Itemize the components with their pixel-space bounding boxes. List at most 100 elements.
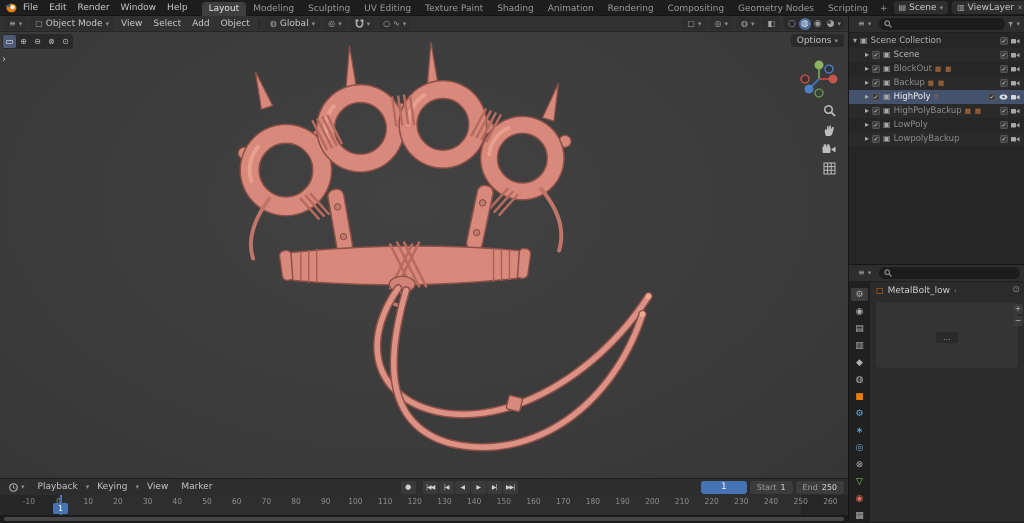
outliner-editor-type-button[interactable]: ≡ ▾ [853, 17, 877, 31]
props-tab-viewlayer[interactable]: ▥ [851, 339, 868, 352]
select-mode-extend-button[interactable]: ⊕ [17, 35, 30, 48]
toolbar-expand-arrow[interactable]: › [2, 54, 6, 65]
select-mode-invert-button[interactable]: ⊗ [45, 35, 58, 48]
add-preset-button[interactable]: + [1013, 304, 1023, 314]
chevron-right-icon[interactable]: ▸ [865, 135, 869, 143]
exclude-checkbox[interactable]: ✓ [1000, 107, 1008, 115]
overlays-toggle[interactable]: ◍ ▾ [735, 17, 760, 30]
properties-search[interactable] [879, 267, 1020, 279]
playhead-frame-chip[interactable]: 1 [53, 503, 68, 514]
exclude-checkbox[interactable]: ✓ [1000, 65, 1008, 73]
outliner-row-highpolybackup[interactable]: ▸ ✓ ▣ HighPolyBackup ▦ ▦ ✓ [849, 104, 1024, 118]
tab-modeling[interactable]: Modeling [246, 2, 301, 16]
outliner-row-highpoly[interactable]: ▸ ✓ ▣ HighPoly ▽ ✓ [849, 90, 1024, 104]
tool-value-field[interactable]: … [936, 332, 958, 343]
visibility-dropdown[interactable]: ▢ ▾ [682, 17, 707, 30]
chevron-right-icon[interactable]: ▸ [865, 93, 869, 101]
chevron-right-icon[interactable]: ▸ [865, 107, 869, 115]
current-frame-field[interactable]: 1 [700, 480, 747, 494]
props-tab-output[interactable]: ▤ [851, 322, 868, 335]
props-tab-scene[interactable]: ◆ [851, 356, 868, 369]
tab-layout[interactable]: Layout [201, 1, 247, 16]
outliner-row-scene[interactable]: ▸ ✓ ▣ Scene ✓ [849, 48, 1024, 62]
properties-search-input[interactable] [895, 267, 1015, 279]
tab-animation[interactable]: Animation [541, 2, 601, 16]
proportional-editing-toggle[interactable]: ○ ∿ ▾ [378, 17, 412, 30]
properties-editor-type-button[interactable]: ≡ ▾ [853, 266, 877, 280]
scene-selector[interactable]: ▤ Scene ▾ [893, 1, 949, 14]
shading-solid-button[interactable]: ◍ [798, 17, 811, 30]
shading-rendered-button[interactable]: ◕ [825, 18, 837, 30]
tab-compositing[interactable]: Compositing [661, 2, 731, 16]
snap-toggle[interactable]: ▾ [349, 17, 376, 30]
menu-keying[interactable]: Keying [92, 481, 132, 493]
render-visibility-camera-icon[interactable] [1011, 93, 1020, 101]
props-tab-render[interactable]: ◉ [851, 305, 868, 318]
collection-checkbox[interactable]: ✓ [872, 51, 881, 59]
outliner-row-lowpoly[interactable]: ▸ ✓ ▣ LowPoly ✓ [849, 118, 1024, 132]
tab-sculpting[interactable]: Sculpting [301, 2, 357, 16]
gizmos-toggle[interactable]: ◎ ▾ [709, 17, 733, 30]
filter-funnel-icon[interactable] [1008, 20, 1014, 29]
menu-edit[interactable]: Edit [44, 2, 71, 14]
props-tab-object-data[interactable]: ▽ [851, 475, 868, 488]
model-brass-knuckles[interactable] [0, 32, 848, 478]
transform-orientation-selector[interactable]: ◍ Global ▾ [264, 17, 321, 30]
navigation-gizmo[interactable] [798, 58, 840, 100]
props-tab-modifiers[interactable]: ⚙ [851, 407, 868, 420]
collection-checkbox[interactable]: ✓ [872, 93, 881, 101]
timeline-editor-type-button[interactable]: ▾ [4, 480, 30, 494]
zoom-icon[interactable] [823, 104, 836, 117]
remove-preset-button[interactable]: − [1013, 316, 1023, 326]
props-tab-particles[interactable]: ∗ [851, 424, 868, 437]
tab-scripting[interactable]: Scripting [821, 2, 875, 16]
options-dropdown[interactable]: Options ▾ [790, 34, 844, 47]
start-frame-field[interactable]: Start 1 [749, 480, 793, 494]
shading-wireframe-button[interactable]: ○ [786, 18, 798, 30]
grid-toggle-icon[interactable] [823, 162, 836, 175]
close-icon[interactable]: ✕ [1017, 4, 1023, 12]
select-mode-intersect-button[interactable]: ⊙ [59, 35, 72, 48]
chevron-right-icon[interactable]: ▸ [865, 79, 869, 87]
outliner-search-input[interactable] [895, 18, 1001, 30]
props-tab-material[interactable]: ◉ [851, 492, 868, 505]
end-frame-field[interactable]: End 250 [795, 480, 845, 494]
collection-checkbox[interactable]: ✓ [872, 107, 881, 115]
menu-playback[interactable]: Playback [33, 481, 83, 493]
menu-object[interactable]: Object [217, 18, 254, 30]
tab-uv-editing[interactable]: UV Editing [357, 2, 418, 16]
menu-add[interactable]: Add [188, 18, 213, 30]
pan-hand-icon[interactable] [823, 124, 836, 137]
exclude-checkbox[interactable]: ✓ [1000, 121, 1008, 129]
next-keyframe-button[interactable]: ▶| [486, 480, 502, 494]
exclude-checkbox[interactable]: ✓ [1000, 37, 1008, 45]
props-tab-texture[interactable]: ▦ [851, 509, 868, 522]
shading-material-button[interactable]: ◉ [812, 18, 824, 30]
tab-shading[interactable]: Shading [490, 2, 541, 16]
render-visibility-camera-icon[interactable] [1011, 37, 1020, 45]
tab-texture-paint[interactable]: Texture Paint [418, 2, 490, 16]
active-tool-panel[interactable]: … [876, 302, 1018, 368]
menu-view-timeline[interactable]: View [142, 481, 173, 493]
xray-toggle[interactable]: ◧ [762, 17, 781, 30]
timeline-ruler[interactable]: -10 0 10 20 30 40 50 60 70 80 90 100 110… [0, 495, 848, 515]
collection-checkbox[interactable]: ✓ [872, 65, 881, 73]
timeline-scrollbar[interactable] [4, 516, 844, 521]
eye-visibility-icon[interactable] [999, 94, 1008, 100]
menu-window[interactable]: Window [116, 2, 162, 14]
props-tab-constraints[interactable]: ⊗ [851, 458, 868, 471]
outliner-row-blockout[interactable]: ▸ ✓ ▣ BlockOut ▦ ▦ ✓ [849, 62, 1024, 76]
collection-checkbox[interactable]: ✓ [872, 135, 881, 143]
mode-selector[interactable]: ▢ Object Mode ▾ [30, 17, 114, 30]
props-tab-world[interactable]: ◍ [851, 373, 868, 386]
camera-view-icon[interactable] [822, 144, 836, 155]
props-tab-tool[interactable]: ⚙ [851, 288, 868, 301]
viewlayer-selector[interactable]: ▥ ViewLayer ✕ [952, 1, 1024, 14]
outliner-row-lowpolybackup[interactable]: ▸ ✓ ▣ LowpolyBackup ✓ [849, 132, 1024, 146]
menu-view[interactable]: View [117, 18, 146, 30]
select-mode-new-button[interactable]: ▭ [3, 35, 16, 48]
render-visibility-camera-icon[interactable] [1011, 51, 1020, 59]
exclude-checkbox[interactable]: ✓ [1000, 135, 1008, 143]
menu-file[interactable]: File [18, 2, 43, 14]
tab-rendering[interactable]: Rendering [601, 2, 661, 16]
